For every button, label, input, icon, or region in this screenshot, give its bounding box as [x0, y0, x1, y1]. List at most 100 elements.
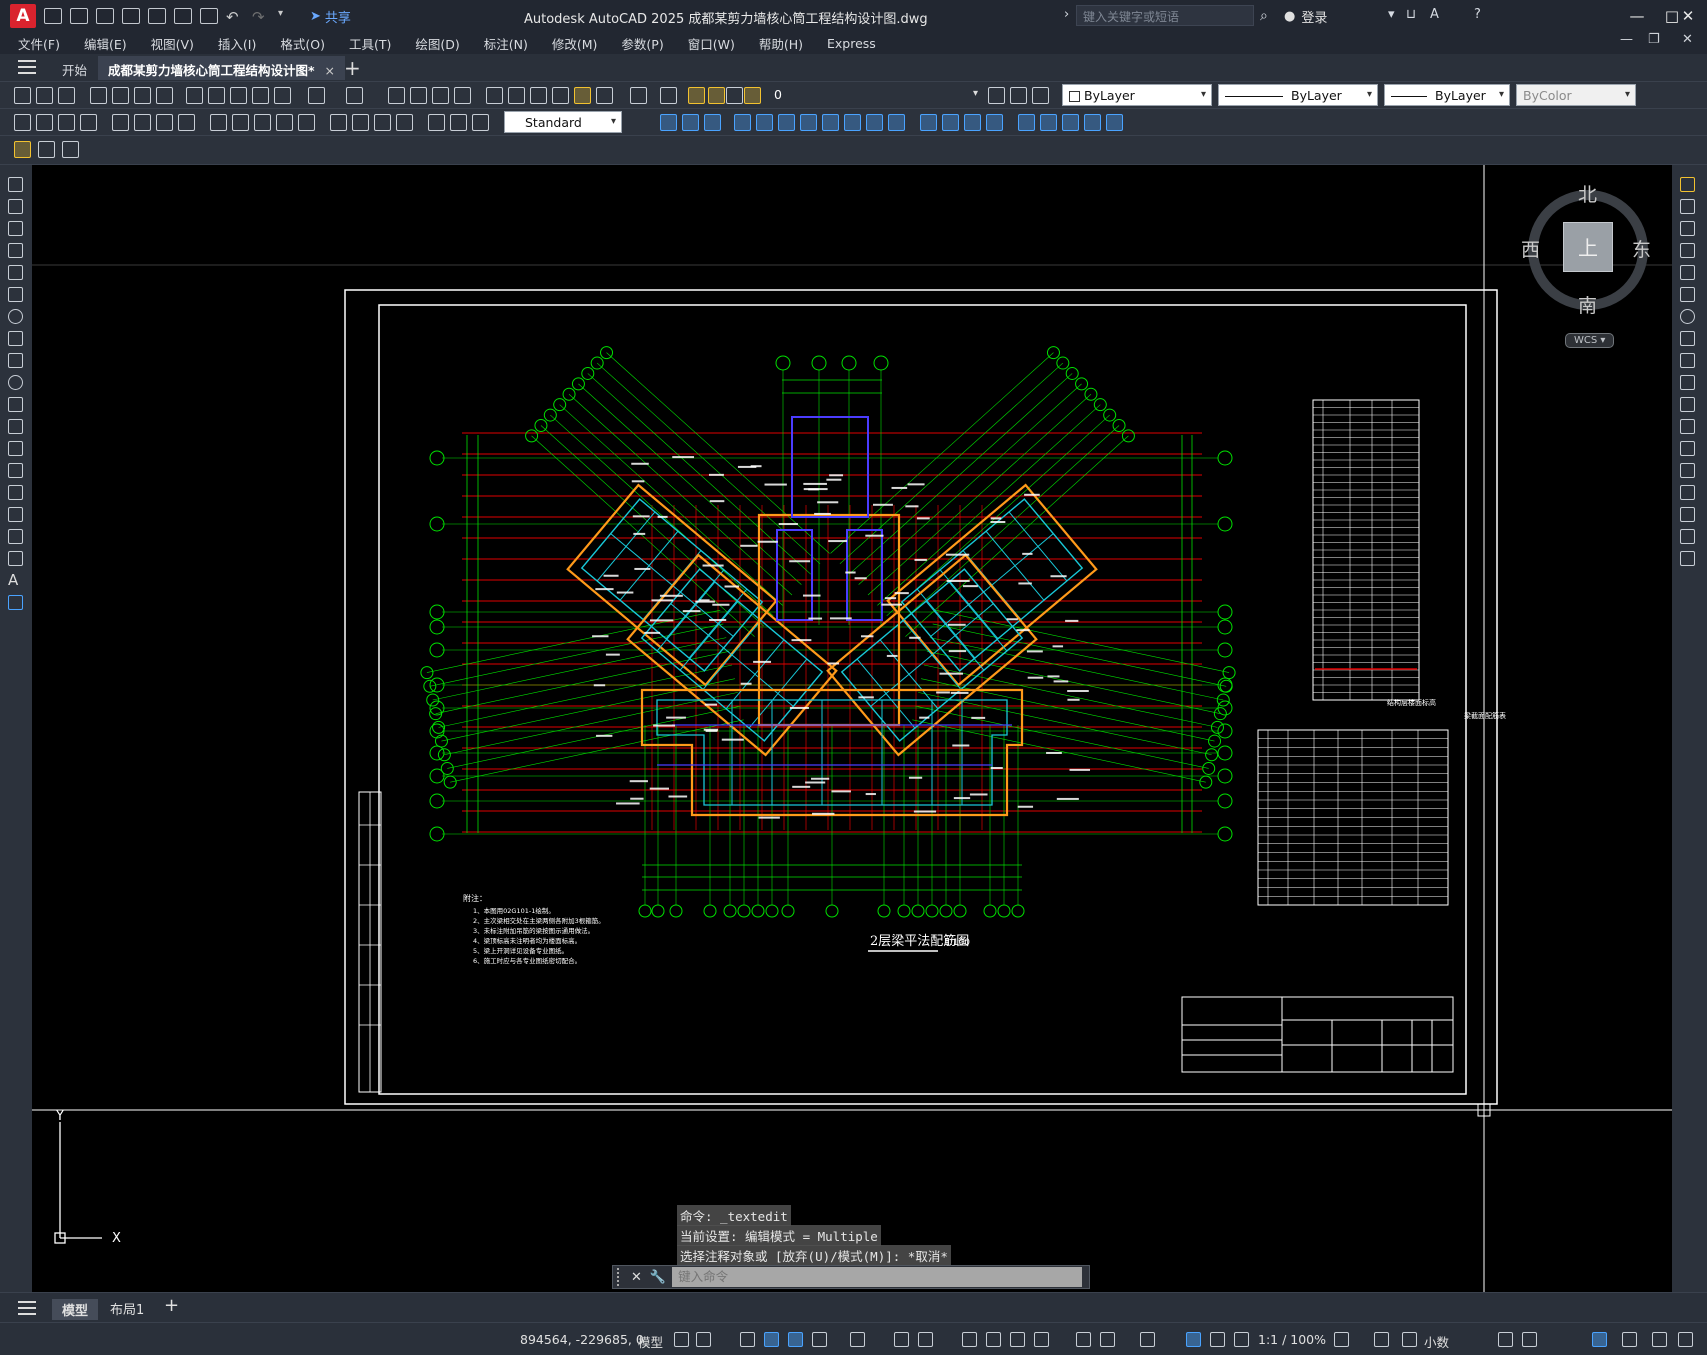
mtext-icon[interactable]: A	[8, 573, 23, 588]
move-icon[interactable]	[1680, 287, 1695, 302]
3d-osnap-icon[interactable]	[1034, 1332, 1049, 1347]
zoom-window-icon[interactable]	[432, 87, 449, 104]
units-icon[interactable]	[1402, 1332, 1417, 1347]
break-at-point-icon[interactable]	[1680, 419, 1695, 434]
annotation-visibility-icon[interactable]	[1186, 1332, 1201, 1347]
construction-line-icon[interactable]	[8, 199, 23, 214]
join-icon[interactable]	[1680, 463, 1695, 478]
angular-dim-icon[interactable]	[178, 114, 195, 131]
dim-break-icon[interactable]	[298, 114, 315, 131]
plotstyle-dropdown[interactable]: ByColor ▾	[1516, 84, 1636, 106]
layer-lock-icon[interactable]	[744, 87, 761, 104]
make-block-icon[interactable]	[8, 441, 23, 456]
baseline-dim-icon[interactable]	[232, 114, 249, 131]
doc-close-button[interactable]: ✕	[1682, 32, 1693, 47]
save-icon[interactable]	[58, 87, 75, 104]
plot-icon[interactable]	[174, 8, 192, 24]
customize-icon[interactable]: ▾	[278, 8, 296, 24]
model-space-toggle[interactable]: 模型	[638, 1332, 663, 1351]
annotation-monitor-icon[interactable]	[1374, 1332, 1389, 1347]
login-button[interactable]: ● 登录	[1284, 7, 1327, 26]
annotation-scale-icon[interactable]	[1234, 1332, 1249, 1347]
mirror-icon[interactable]	[1680, 221, 1695, 236]
lineweight-icon[interactable]	[962, 1332, 977, 1347]
thicken-icon[interactable]	[942, 114, 959, 131]
color-dropdown[interactable]: ByLayer ▾	[1062, 84, 1212, 106]
saveas-icon[interactable]	[122, 8, 140, 24]
autodesk-app-icon[interactable]: A	[1430, 7, 1439, 22]
share-button[interactable]: ➤ 共享	[310, 7, 351, 26]
subtract-icon[interactable]	[866, 114, 883, 131]
print-icon[interactable]	[200, 8, 218, 24]
layer-states-icon[interactable]	[1032, 87, 1049, 104]
layer-on-icon[interactable]	[688, 87, 705, 104]
sheet-set-icon[interactable]	[552, 87, 569, 104]
gradient-icon[interactable]	[8, 507, 23, 522]
coordinates-readout[interactable]: 894564, -229685, 0	[520, 1332, 644, 1347]
zoom-previous-icon[interactable]	[454, 87, 471, 104]
account-dropdown-icon[interactable]: ▾	[1388, 7, 1395, 22]
arc-icon[interactable]	[8, 287, 23, 302]
add-selected-icon[interactable]	[8, 595, 23, 610]
polar-tracking-icon[interactable]	[812, 1332, 827, 1347]
model-viewport[interactable]: 2层梁平法配筋图 1:100 附注： 1、本图用02G101-1绘制。 2、主次…	[32, 165, 1672, 1292]
ellipse-arc-icon[interactable]	[8, 397, 23, 412]
web-icon[interactable]	[148, 8, 166, 24]
viewcube-south[interactable]: 南	[1578, 291, 1597, 318]
break-icon[interactable]	[1680, 441, 1695, 456]
etransmit-icon[interactable]	[156, 87, 173, 104]
wcs-menu[interactable]: WCS ▾	[1565, 333, 1615, 348]
search-icon[interactable]: ⌕	[1260, 8, 1268, 24]
point-icon[interactable]	[8, 463, 23, 478]
layer-dropdown[interactable]: 0 ▾	[768, 84, 983, 106]
lock-ui-icon[interactable]	[1522, 1332, 1537, 1347]
viewcube-west[interactable]: 西	[1521, 235, 1540, 262]
snap-icon[interactable]	[696, 1332, 711, 1347]
menu-tools[interactable]: 工具(T)	[349, 34, 391, 53]
undo-icon[interactable]	[308, 87, 325, 104]
dim-text-edit-icon[interactable]	[450, 114, 467, 131]
inspection-icon[interactable]	[374, 114, 391, 131]
graphics-performance-icon[interactable]	[1622, 1332, 1637, 1347]
3d-cylinder-icon[interactable]	[704, 114, 721, 131]
menu-dimension[interactable]: 标注(N)	[484, 34, 528, 53]
help-icon[interactable]: ?	[1474, 7, 1481, 22]
pan-icon[interactable]	[388, 87, 405, 104]
menu-draw[interactable]: 绘图(D)	[415, 34, 459, 53]
matchprop-icon[interactable]	[252, 87, 269, 104]
polygon-icon[interactable]	[8, 243, 23, 258]
command-close-icon[interactable]: ✕	[631, 1270, 642, 1285]
plot-preview-icon[interactable]	[112, 87, 129, 104]
units-dropdown[interactable]: 小数	[1424, 1332, 1449, 1351]
dynamic-ucs-icon[interactable]	[1076, 1332, 1091, 1347]
diameter-dim-icon[interactable]	[156, 114, 173, 131]
3d-box-icon[interactable]	[660, 114, 677, 131]
drawing-canvas[interactable]: 2层梁平法配筋图 1:100 附注： 1、本图用02G101-1绘制。 2、主次…	[32, 165, 1672, 1292]
cart-icon[interactable]: ⊔	[1406, 7, 1416, 22]
circle-icon[interactable]	[8, 309, 23, 324]
qnew-icon[interactable]	[14, 87, 31, 104]
dim-space-icon[interactable]	[276, 114, 293, 131]
intersect-icon[interactable]	[888, 114, 905, 131]
help-icon[interactable]	[630, 87, 647, 104]
menu-window[interactable]: 窗口(W)	[688, 34, 735, 53]
selection-cycling-icon[interactable]	[1010, 1332, 1025, 1347]
search-chevron-icon[interactable]: ›	[1064, 7, 1069, 22]
stretch-icon[interactable]	[1680, 353, 1695, 368]
shell-icon[interactable]	[986, 114, 1003, 131]
tolerance-icon[interactable]	[330, 114, 347, 131]
3d-wedge-icon[interactable]	[682, 114, 699, 131]
table-icon[interactable]	[8, 551, 23, 566]
open-icon[interactable]	[36, 87, 53, 104]
plot-icon[interactable]	[90, 87, 107, 104]
chamfer-icon[interactable]	[1680, 485, 1695, 500]
dim-update-icon[interactable]	[472, 114, 489, 131]
menu-view[interactable]: 视图(V)	[151, 34, 194, 53]
array-icon[interactable]	[1680, 265, 1695, 280]
command-input[interactable]	[672, 1267, 1083, 1287]
solid-edit-icon[interactable]	[1018, 114, 1035, 131]
close-button[interactable]: ✕	[1668, 4, 1707, 28]
extend-icon[interactable]	[1680, 397, 1695, 412]
redo-icon[interactable]: ↷	[252, 8, 270, 26]
infer-constraints-icon[interactable]	[740, 1332, 755, 1347]
